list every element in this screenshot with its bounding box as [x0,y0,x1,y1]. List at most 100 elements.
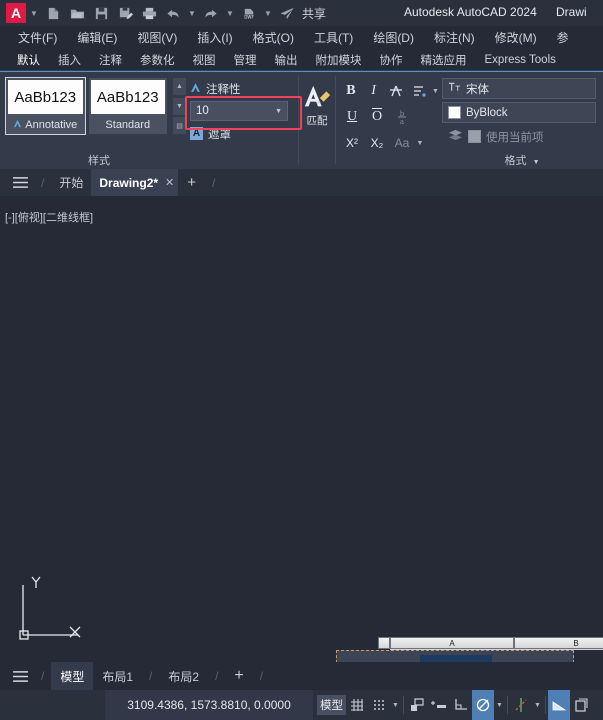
font-combo[interactable]: 宋体 [442,78,596,99]
status-bar: 3109.4386, 1573.8810, 0.0000 模型 ▼ ▼ ▼ [0,690,603,720]
ortho-icon[interactable] [406,690,428,720]
open-folder-icon[interactable] [66,2,88,24]
text-height-combo[interactable]: 10 ▼ [190,101,288,121]
layer-combo[interactable]: 使用当前项 [442,126,596,147]
menu-item-modify[interactable]: 修改(M) [485,29,547,46]
table-column-header-a[interactable]: A [390,637,514,649]
layout-divider-1: / [41,669,45,683]
snap-icon[interactable] [368,690,390,720]
stack-chevron-down-icon[interactable]: ▼ [431,88,440,95]
menu-item-view[interactable]: 视图(V) [127,29,187,46]
new-file-icon[interactable] [42,2,64,24]
share-label[interactable]: 共享 [302,5,326,22]
format-panel-title[interactable]: 格式 ▼ [442,152,602,168]
ribbon-tab-annotate[interactable]: 注释 [90,52,131,68]
otrack-icon[interactable] [472,690,494,720]
superscript-button[interactable]: X² [340,131,364,155]
layout-menu-icon[interactable] [6,670,34,683]
style-card-annotative[interactable]: AaBb123 Annotative [5,77,86,135]
redo-icon[interactable] [200,2,222,24]
subscript-button[interactable]: X₂ [365,131,389,155]
fraction-button[interactable]: ba [390,105,414,129]
background-mask-toggle[interactable]: A 遮罩 [190,124,298,143]
overline-button[interactable]: O [365,105,389,129]
style-card-standard[interactable]: AaBb123 Standard [88,78,167,134]
change-case-button[interactable]: Aa [390,131,414,155]
annotation-visibility-icon[interactable] [548,690,570,720]
annotative-toggle[interactable]: 注释性 [190,79,298,98]
ribbon-tab-insert[interactable]: 插入 [49,52,90,68]
menu-item-insert[interactable]: 插入(I) [187,29,242,46]
text-color-combo[interactable]: ByBlock [442,102,596,123]
viewport-controls-label[interactable]: [-][俯视][二维线框] [5,209,93,225]
ribbon-tab-express-tools[interactable]: Express Tools [476,54,565,66]
layout-tab-layout2[interactable]: 布局2 [159,662,208,690]
save-icon[interactable] [90,2,112,24]
undo-chevron-down-icon[interactable]: ▼ [186,9,198,18]
tab-divider-1: / [41,175,45,190]
isolate-objects-icon[interactable] [570,690,592,720]
otrack-chevron-down-icon[interactable]: ▼ [494,702,505,709]
bold-button[interactable]: B [340,79,362,103]
dwf-chevron-down-icon[interactable]: ▼ [262,9,274,18]
ribbon-tab-parametric[interactable]: 参数化 [131,52,184,68]
dynamic-ucs-icon[interactable] [510,690,532,720]
undo-icon[interactable] [162,2,184,24]
drawing-canvas[interactable]: [-][俯视][二维线框] A B 3 4 5 序号 [0,203,603,662]
plot-icon[interactable] [138,2,160,24]
scroll-up-icon[interactable]: ▲ [173,78,186,95]
close-icon[interactable]: ✕ [165,176,174,189]
menu-item-edit[interactable]: 编辑(E) [67,29,127,46]
format-panel-chevron-down-icon[interactable]: ▼ [533,159,540,166]
text-height-chevron-down-icon[interactable]: ▼ [275,108,282,115]
app-menu-chevron-down-icon[interactable]: ▼ [28,9,40,18]
menu-item-format[interactable]: 格式(O) [243,29,304,46]
redo-chevron-down-icon[interactable]: ▼ [224,9,236,18]
document-menu-icon[interactable] [6,176,34,189]
text-style-panel: AaBb123 Annotative AaBb123 Standard ▲ ▼ … [0,72,186,169]
ribbon-tab-manage[interactable]: 管理 [225,52,266,68]
italic-button[interactable]: I [363,79,385,103]
underline-button[interactable]: U [340,105,364,129]
ribbon-tab-default[interactable]: 默认 [8,52,49,68]
layout-tab-model[interactable]: 模型 [51,662,94,690]
dwf-icon[interactable]: DWF [238,2,260,24]
style-label-standard: Standard [105,119,151,131]
new-tab-button[interactable]: + [178,174,205,191]
menu-item-parametric[interactable]: 参 [547,29,579,46]
ribbon-tab-output[interactable]: 输出 [266,52,307,68]
ribbon-tab-addins[interactable]: 附加模块 [307,52,371,68]
menu-item-tools[interactable]: 工具(T) [304,29,363,46]
menu-item-dimension[interactable]: 标注(N) [424,29,485,46]
table-column-header-b[interactable]: B [514,637,603,649]
menu-bar: 文件(F) 编辑(E) 视图(V) 插入(I) 格式(O) 工具(T) 绘图(D… [0,26,603,49]
dynamic-ucs-chevron-down-icon[interactable]: ▼ [532,702,543,709]
osnap-icon[interactable] [450,690,472,720]
autocad-app-logo[interactable]: A [6,3,26,23]
grid-icon[interactable] [346,690,368,720]
tab-drawing2[interactable]: Drawing2* ✕ [91,169,179,196]
ribbon-tab-featured-apps[interactable]: 精选应用 [412,52,476,68]
new-layout-button[interactable]: + [225,662,252,690]
strikethrough-button[interactable] [385,79,407,103]
save-as-icon[interactable] [114,2,136,24]
stack-button[interactable] [408,79,430,103]
change-case-chevron-down-icon[interactable]: ▼ [415,140,425,147]
snap-chevron-down-icon[interactable]: ▼ [390,702,401,709]
ribbon-tab-collaborate[interactable]: 协作 [371,52,412,68]
coordinates-display[interactable]: 3109.4386, 1573.8810, 0.0000 [105,690,313,720]
selected-cell-text[interactable]: 序号 [420,655,492,662]
polar-tracking-icon[interactable] [428,690,450,720]
menu-item-draw[interactable]: 绘图(D) [363,29,424,46]
layout-tab-layout1[interactable]: 布局1 [93,662,142,690]
gallery-expand-icon[interactable]: ▤ [173,117,186,134]
title-bar: A ▼ ▼ ▼ DWF ▼ 共享 Autodesk AutoCAD 2024 D… [0,0,603,26]
match-properties-icon[interactable] [299,82,335,112]
scroll-down-icon[interactable]: ▼ [173,97,186,115]
tab-start[interactable]: 开始 [51,169,91,196]
ribbon-tab-view[interactable]: 视图 [184,52,225,68]
model-space-indicator[interactable]: 模型 [317,695,346,715]
match-properties-label: 匹配 [306,115,328,127]
share-arrow-icon[interactable] [276,2,298,24]
menu-item-file[interactable]: 文件(F) [8,29,67,46]
